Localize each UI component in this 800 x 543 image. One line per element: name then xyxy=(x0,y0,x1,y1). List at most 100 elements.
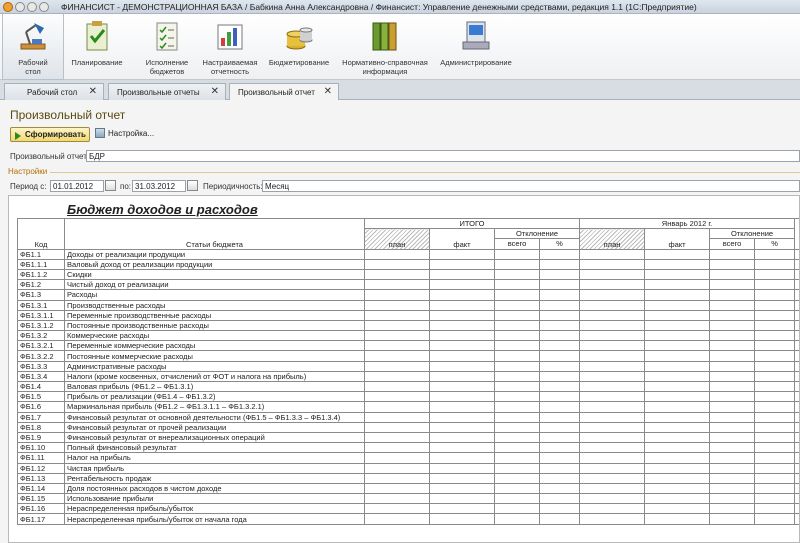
value-cell xyxy=(644,350,711,362)
row-code: ФБ1.11 xyxy=(17,452,65,464)
section-planning[interactable]: Планирование xyxy=(66,14,128,80)
table-row[interactable]: ФБ1.3.2 Коммерческие расходы xyxy=(17,330,799,342)
value-cell xyxy=(754,442,796,454)
periodicity-field[interactable]: Месяц xyxy=(262,180,800,192)
report-field[interactable]: БДР xyxy=(86,150,800,162)
value-cell xyxy=(429,330,495,342)
value-cell xyxy=(644,482,711,495)
value-cell xyxy=(494,380,540,393)
value-cell xyxy=(794,442,799,454)
table-row[interactable]: ФБ1.3 Расходы xyxy=(17,289,799,301)
table-row[interactable]: ФБ1.1.2 Скидки xyxy=(17,268,799,281)
value-cell xyxy=(579,482,646,495)
table-row[interactable]: ФБ1.10 Полный финансовый результат xyxy=(17,442,799,454)
table-row[interactable]: ФБ1.3.1.2 Постоянные производственные рас… xyxy=(17,319,799,332)
row-code: ФБ1.3.4 xyxy=(17,370,65,383)
value-cell xyxy=(538,380,581,393)
section-custom-reports[interactable]: Настраиваемая отчетность xyxy=(198,14,262,80)
value-cell xyxy=(579,472,646,484)
close-icon[interactable]: ✕ xyxy=(211,86,219,97)
app-logo-icon[interactable] xyxy=(3,1,13,12)
value-cell xyxy=(754,411,796,423)
tab-custom-reports[interactable]: Произвольные отчеты ✕ xyxy=(108,83,226,100)
period-to-field[interactable]: 31.03.2012 xyxy=(132,180,186,192)
table-row[interactable]: ФБ1.3.4 Налоги (кроме косвенных, отчислен… xyxy=(17,370,799,383)
table-row[interactable]: ФБ1.1 Доходы от реализации продукции xyxy=(17,248,799,260)
table-row[interactable]: ФБ1.3.2.1 Переменные коммерческие расходы xyxy=(17,340,799,352)
value-cell xyxy=(494,299,540,311)
table-row[interactable]: ФБ1.5 Прибыль от реализации (ФБ1.4 – ФБ1.… xyxy=(17,391,799,403)
table-row[interactable]: ФБ1.16 Нераспределенная прибыль/убыток xyxy=(17,503,799,515)
computer-icon xyxy=(462,21,490,50)
forward-icon[interactable] xyxy=(27,1,37,12)
table-row[interactable]: ФБ1.11 Налог на прибыль xyxy=(17,452,799,464)
value-cell xyxy=(429,421,495,433)
section-budget-execution[interactable]: Исполнение бюджетов xyxy=(134,14,200,80)
value-cell xyxy=(709,411,756,423)
value-cell xyxy=(579,309,646,321)
value-cell xyxy=(579,370,646,383)
table-row[interactable]: ФБ1.1.1 Валовый доход от реализации проду… xyxy=(17,258,799,270)
value-cell xyxy=(364,380,430,393)
table-row[interactable]: ФБ1.4 Валовая прибыль (ФБ1.2 – ФБ1.3.1) xyxy=(17,380,799,393)
row-code: ФБ1.14 xyxy=(17,482,65,495)
row-item: Чистая прибыль xyxy=(64,462,365,474)
table-row[interactable]: ФБ1.9 Финансовый результат от внереализац… xyxy=(17,431,799,444)
column-header-percent: % xyxy=(754,238,796,250)
close-icon[interactable]: ✕ xyxy=(89,86,97,97)
section-administration[interactable]: Администрирование xyxy=(438,14,514,80)
value-cell xyxy=(754,268,796,281)
table-row[interactable]: ФБ1.14 Доля постоянных расходов в чистом … xyxy=(17,482,799,495)
section-desktop[interactable]: Рабочий стол xyxy=(2,14,64,80)
value-cell xyxy=(794,380,799,393)
tab-custom-report[interactable]: Произвольный отчет ✕ xyxy=(229,83,339,101)
calendar-icon[interactable] xyxy=(105,180,116,191)
table-row[interactable]: ФБ1.7 Финансовый результат от основной де… xyxy=(17,411,799,423)
table-row[interactable]: ФБ1.3.1.1 Переменные производственные рас… xyxy=(17,309,799,321)
section-budgeting[interactable]: Бюджетирование xyxy=(266,14,332,80)
value-cell xyxy=(754,330,796,342)
section-reference-info[interactable]: Нормативно-справочная информация xyxy=(336,14,434,80)
value-cell xyxy=(709,503,756,515)
report-spreadsheet[interactable]: Бюджет доходов и расходов Код Статьи бюдж… xyxy=(8,195,800,543)
table-row[interactable]: ФБ1.3.1 Производственные расходы xyxy=(17,299,799,311)
table-row[interactable]: ФБ1.6 Маржинальная прибыль (ФБ1.2 – ФБ1.3… xyxy=(17,401,799,413)
table-row[interactable]: ФБ1.12 Чистая прибыль xyxy=(17,462,799,474)
table-row[interactable]: ФБ1.2 Чистый доход от реализации xyxy=(17,279,799,291)
value-cell xyxy=(644,401,711,413)
value-cell xyxy=(429,431,495,444)
table-row[interactable]: ФБ1.8 Финансовый результат от прочей реал… xyxy=(17,421,799,433)
settings-button[interactable]: Настройка... xyxy=(95,128,154,138)
value-cell xyxy=(538,401,581,413)
table-row[interactable]: ФБ1.13 Рентабельность продаж xyxy=(17,472,799,484)
value-cell xyxy=(494,442,540,454)
desk-lamp-icon xyxy=(20,23,46,50)
binders-icon xyxy=(372,22,397,51)
period-from-field[interactable]: 01.01.2012 xyxy=(50,180,104,192)
back-icon[interactable] xyxy=(15,1,25,12)
value-cell xyxy=(579,350,646,362)
tab-desktop[interactable]: Рабочий стол ✕ xyxy=(4,83,104,100)
table-row[interactable]: ФБ1.17 Нераспределенная прибыль/убыток от… xyxy=(17,513,799,525)
value-cell xyxy=(644,319,711,332)
value-cell xyxy=(794,482,799,495)
value-cell xyxy=(364,248,430,260)
calendar-icon[interactable] xyxy=(187,180,198,191)
row-code: ФБ1.3.2 xyxy=(17,330,65,342)
value-cell xyxy=(794,319,799,332)
generate-button[interactable]: Сформировать xyxy=(10,127,90,142)
row-code: ФБ1.12 xyxy=(17,462,65,474)
table-row[interactable]: ФБ1.3.3 Административные расходы xyxy=(17,360,799,372)
table-row[interactable]: ФБ1.3.2.2 Постоянные коммерческие расходы xyxy=(17,350,799,362)
row-item: Финансовый результат от прочей реализаци… xyxy=(64,421,365,433)
value-cell xyxy=(754,513,796,525)
value-cell xyxy=(579,268,646,281)
table-row[interactable]: ФБ1.15 Использование прибыли xyxy=(17,493,799,505)
value-cell xyxy=(538,319,581,332)
section-label: Нормативно-справочная информация xyxy=(342,58,428,76)
column-header-deviation: Отклонение xyxy=(709,228,796,240)
close-icon[interactable]: ✕ xyxy=(324,86,332,97)
menu-icon[interactable] xyxy=(39,1,49,12)
value-cell xyxy=(644,442,711,454)
row-item: Маржинальная прибыль (ФБ1.2 – ФБ1.3.1.1 … xyxy=(64,401,365,413)
